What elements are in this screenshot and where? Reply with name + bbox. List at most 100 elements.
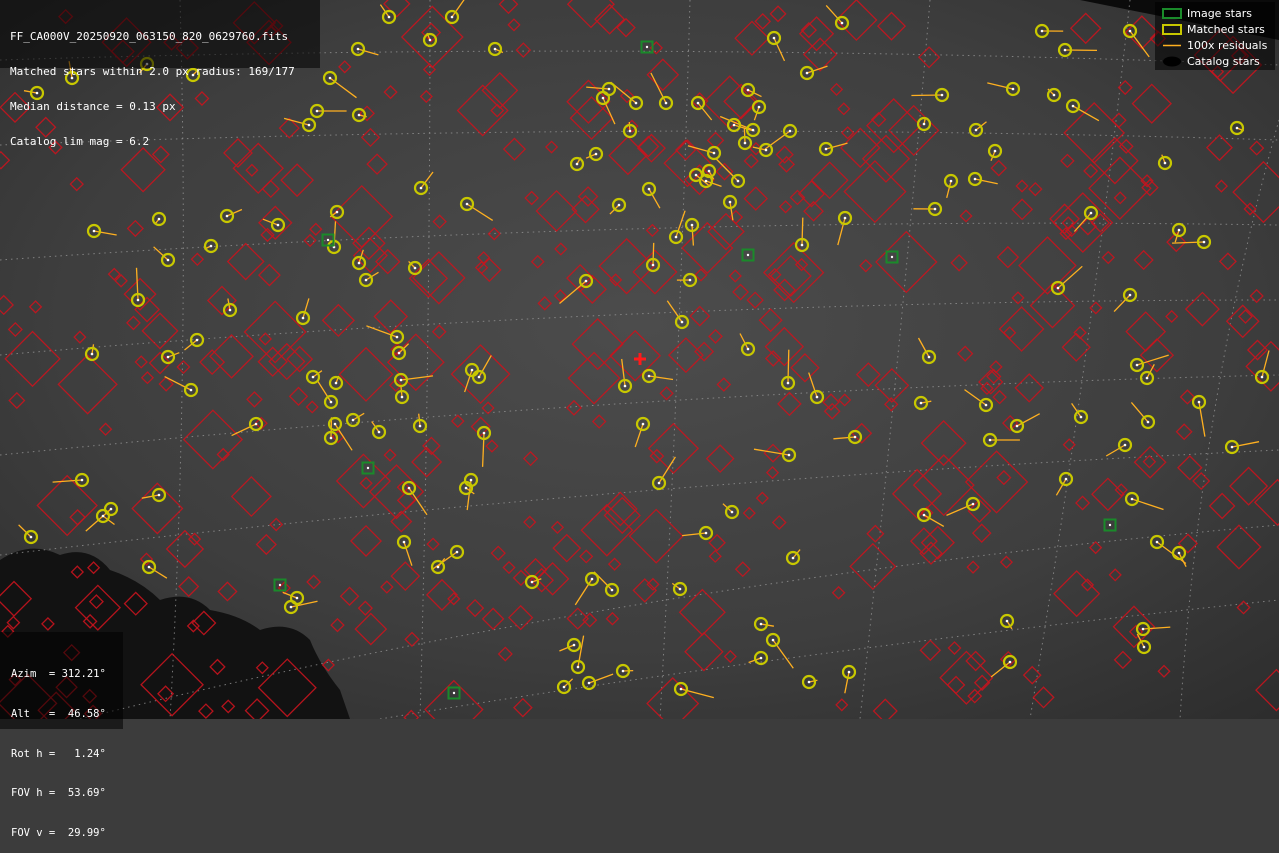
star-point [494, 48, 497, 51]
star-point [974, 178, 977, 181]
star-point [531, 581, 534, 584]
star-point [210, 245, 213, 248]
star-point [854, 436, 857, 439]
star-point [695, 174, 698, 177]
star-point [414, 267, 417, 270]
image-star-swatch-icon [1161, 8, 1183, 19]
star-point [226, 215, 229, 218]
star-point [648, 188, 651, 191]
star-point [747, 254, 749, 256]
star-point [729, 201, 732, 204]
star-point [158, 218, 161, 221]
star-point [787, 382, 790, 385]
star-point [408, 487, 411, 490]
star-point [752, 129, 755, 132]
star-point [576, 163, 579, 166]
star-point [985, 404, 988, 407]
star-point [1109, 524, 1111, 526]
catalog-star-swatch-icon [1161, 56, 1183, 67]
star-point [731, 511, 734, 514]
star-point [1064, 49, 1067, 52]
fov-vertical-readout: FOV v = 29.99° [11, 827, 123, 840]
star-point [302, 317, 305, 320]
star-point [1006, 620, 1009, 623]
star-point [388, 16, 391, 19]
star-point [705, 532, 708, 535]
legend-item-catalog-stars: Catalog stars [1155, 54, 1275, 70]
star-point [358, 262, 361, 265]
star-point [585, 280, 588, 283]
star-point [611, 589, 614, 592]
star-point [708, 170, 711, 173]
star-point [679, 588, 682, 591]
star-point [471, 369, 474, 372]
star-point [773, 37, 776, 40]
star-point [577, 666, 580, 669]
star-point [681, 321, 684, 324]
star-point [420, 187, 423, 190]
star-point [93, 230, 96, 233]
star-point [1178, 552, 1181, 555]
star-point [691, 224, 694, 227]
star-point [466, 203, 469, 206]
legend: Image stars Matched stars 100x residuals… [1155, 2, 1275, 70]
star-point [1090, 212, 1093, 215]
star-point [158, 494, 161, 497]
star-point [1231, 446, 1234, 449]
star-point [1053, 94, 1056, 97]
star-point [588, 682, 591, 685]
star-point [801, 244, 804, 247]
star-point [573, 644, 576, 647]
star-point [758, 106, 761, 109]
star-point [148, 566, 151, 569]
fov-horizontal-readout: FOV h = 53.69° [11, 787, 123, 800]
star-point [378, 431, 381, 434]
legend-item-matched-stars: Matched stars [1155, 22, 1275, 38]
legend-item-residuals: 100x residuals [1155, 38, 1275, 54]
star-point [437, 566, 440, 569]
star-point [848, 671, 851, 674]
matched-star-swatch-icon [1161, 24, 1183, 35]
star-point [591, 578, 594, 581]
star-point [330, 401, 333, 404]
star-point [622, 670, 625, 673]
star-point [336, 211, 339, 214]
star-point [1178, 229, 1181, 232]
residual-line-swatch-icon [1161, 40, 1183, 51]
star-point [30, 536, 33, 539]
catalog-limit-magnitude: Catalog lim mag = 6.2 [10, 136, 320, 148]
rotation-readout: Rot h = 1.24° [11, 748, 123, 761]
star-point [255, 423, 258, 426]
star-point [190, 389, 193, 392]
star-point [1057, 287, 1060, 290]
star-point [792, 557, 795, 560]
star-point [648, 375, 651, 378]
star-point [737, 180, 740, 183]
star-point [994, 150, 997, 153]
star-point [456, 551, 459, 554]
star-point [367, 467, 369, 469]
star-point [1142, 628, 1145, 631]
star-point [1164, 162, 1167, 165]
star-point [1129, 30, 1132, 33]
residual-line [802, 218, 803, 245]
star-point [689, 279, 692, 282]
star-point [290, 606, 293, 609]
star-point [928, 356, 931, 359]
star-point [1136, 364, 1139, 367]
star-point [1012, 88, 1015, 91]
star-point [841, 22, 844, 25]
star-point [137, 299, 140, 302]
star-point [744, 142, 747, 145]
star-point [451, 16, 454, 19]
star-point [975, 129, 978, 132]
star-point [465, 487, 468, 490]
star-point [167, 259, 170, 262]
star-point [989, 439, 992, 442]
star-point [483, 432, 486, 435]
star-point [646, 46, 648, 48]
star-point [675, 236, 678, 239]
star-point [825, 148, 828, 151]
star-point [279, 584, 281, 586]
star-point [608, 88, 611, 91]
